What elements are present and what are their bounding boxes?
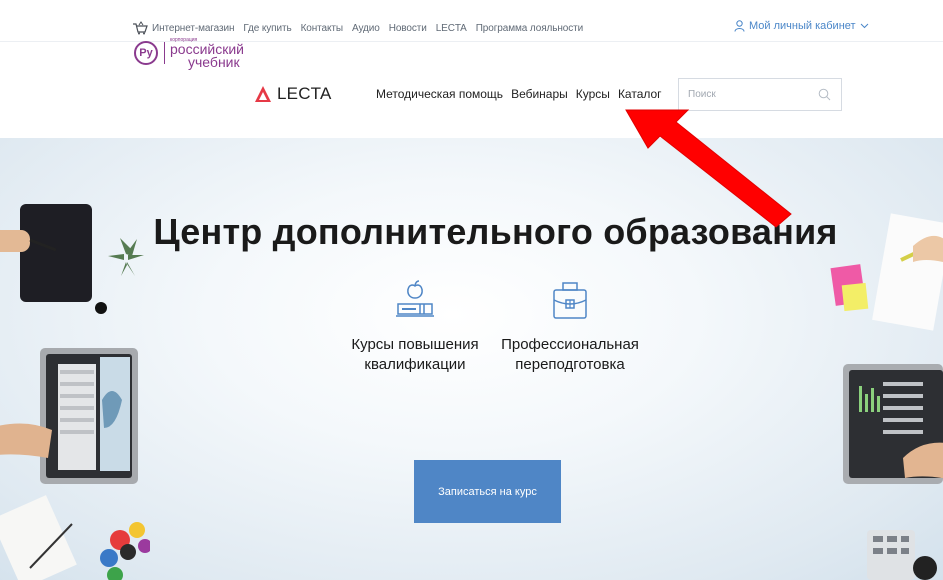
chevron-down-icon bbox=[860, 23, 868, 29]
card-qualification-courses[interactable]: Курсы повышения квалификации bbox=[340, 278, 490, 375]
apple-books-icon bbox=[396, 280, 434, 317]
logo-divider bbox=[164, 42, 165, 64]
nav-methodical-help[interactable]: Методическая помощь bbox=[376, 87, 503, 101]
lecta-label: LECTA bbox=[277, 84, 332, 103]
topnav-lecta[interactable]: LECTA bbox=[436, 23, 467, 34]
topnav-contacts[interactable]: Контакты bbox=[301, 23, 344, 34]
lecta-logo[interactable]: LECTA bbox=[254, 84, 332, 104]
cart-icon[interactable] bbox=[132, 21, 148, 35]
card1-title: Курсы повышения квалификации bbox=[351, 336, 479, 373]
logo-words: корпорация российский учебник bbox=[170, 37, 244, 69]
red-arrow-annotation bbox=[625, 109, 792, 228]
nav-webinars[interactable]: Вебинары bbox=[511, 87, 568, 101]
topnav-where-to-buy[interactable]: Где купить bbox=[243, 23, 291, 34]
card2-title: Профессиональная переподготовка bbox=[501, 336, 639, 373]
logo-word2: учебник bbox=[188, 54, 240, 70]
ru-logo-mark: Ру bbox=[134, 41, 158, 65]
lecta-mark-icon bbox=[255, 86, 271, 102]
top-nav: Интернет-магазин Где купить Контакты Ауд… bbox=[132, 21, 592, 35]
account-label: Мой личный кабинет bbox=[749, 20, 856, 32]
account-link[interactable]: Мой личный кабинет bbox=[734, 20, 873, 32]
briefcase-icon bbox=[553, 282, 587, 319]
user-icon bbox=[734, 20, 745, 32]
topnav-loyalty[interactable]: Программа лояльности bbox=[476, 23, 583, 34]
nav-courses[interactable]: Курсы bbox=[576, 87, 610, 101]
top-bar: Интернет-магазин Где купить Контакты Ауд… bbox=[0, 0, 943, 42]
enroll-course-button[interactable]: Записаться на курс bbox=[414, 460, 561, 523]
desk-decor-right bbox=[830, 213, 943, 580]
hero-title: Центр дополнительного образования bbox=[153, 211, 838, 252]
rosuchebnik-logo[interactable]: Ру корпорация российский учебник bbox=[134, 37, 244, 69]
card-professional-retraining[interactable]: Профессиональная переподготовка bbox=[490, 278, 650, 375]
hero-banner: Центр дополнительного образования Курсы … bbox=[0, 138, 943, 580]
topnav-news[interactable]: Новости bbox=[389, 23, 427, 34]
desk-decor-left bbox=[0, 204, 150, 580]
search-icon[interactable] bbox=[818, 88, 831, 101]
topnav-audio[interactable]: Аудио bbox=[352, 23, 380, 34]
topnav-shop[interactable]: Интернет-магазин bbox=[152, 23, 234, 34]
